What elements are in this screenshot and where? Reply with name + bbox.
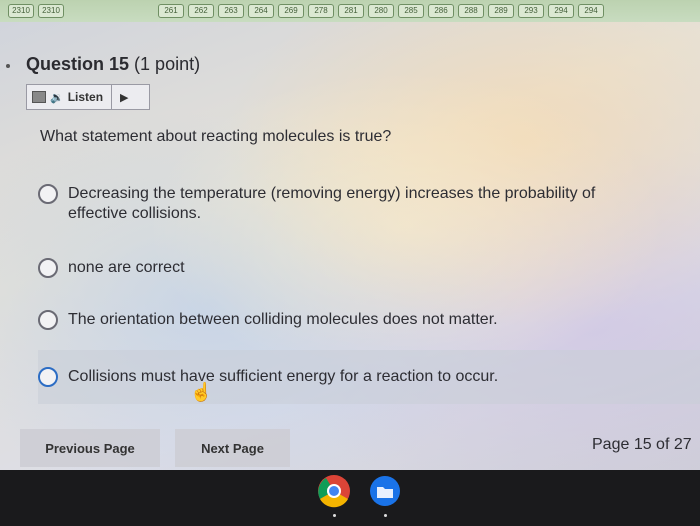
progress-page-6[interactable]: 264 <box>248 4 274 18</box>
files-active-indicator <box>384 514 387 517</box>
radio-button[interactable] <box>38 258 58 278</box>
next-page-button[interactable]: Next Page <box>175 429 290 467</box>
progress-page-16[interactable]: 294 <box>548 4 574 18</box>
progress-page-4[interactable]: 262 <box>188 4 214 18</box>
radio-button[interactable] <box>38 310 58 330</box>
question-text: What statement about reacting molecules … <box>40 128 392 145</box>
question-progress-strip: 2310 2310 261 262 263 264 269 278 281 28… <box>0 0 700 22</box>
progress-page-8[interactable]: 278 <box>308 4 334 18</box>
progress-page-14[interactable]: 289 <box>488 4 514 18</box>
listen-button[interactable]: Listen <box>68 90 103 104</box>
progress-page-13[interactable]: 288 <box>458 4 484 18</box>
answer-option-4[interactable]: Collisions must have sufficient energy f… <box>38 350 700 404</box>
answer-option-1[interactable]: Decreasing the temperature (removing ene… <box>38 184 700 224</box>
progress-page-5[interactable]: 263 <box>218 4 244 18</box>
progress-page-1[interactable]: 2310 <box>8 4 34 18</box>
chrome-icon[interactable] <box>317 474 351 508</box>
speaker-icon[interactable]: 🔉 <box>50 91 64 104</box>
listen-divider <box>111 85 113 109</box>
chrome-active-indicator <box>333 514 336 517</box>
listen-toolbar: 🔉 Listen ▶ <box>26 84 150 110</box>
question-points: (1 point) <box>134 54 201 74</box>
play-icon[interactable]: ▶ <box>120 91 128 104</box>
previous-page-button[interactable]: Previous Page <box>20 429 160 467</box>
progress-page-12[interactable]: 286 <box>428 4 454 18</box>
answer-label[interactable]: Decreasing the temperature (removing ene… <box>68 184 658 224</box>
answer-option-2[interactable]: none are correct <box>38 258 700 278</box>
taskbar <box>0 470 700 526</box>
menu-icon[interactable] <box>32 91 46 103</box>
progress-page-2[interactable]: 2310 <box>38 4 64 18</box>
question-title: Question 15 (1 point) <box>26 54 200 75</box>
answer-option-3[interactable]: The orientation between colliding molecu… <box>38 310 700 330</box>
radio-button[interactable] <box>38 184 58 204</box>
progress-page-7[interactable]: 269 <box>278 4 304 18</box>
files-icon[interactable] <box>369 475 401 507</box>
question-bullet <box>6 64 10 68</box>
question-number: Question 15 <box>26 54 130 74</box>
page-indicator: Page 15 of 27 <box>592 436 692 453</box>
hand-cursor-icon: ☝ <box>190 382 213 402</box>
progress-page-11[interactable]: 285 <box>398 4 424 18</box>
progress-page-10[interactable]: 280 <box>368 4 394 18</box>
progress-page-15[interactable]: 293 <box>518 4 544 18</box>
radio-button[interactable] <box>38 367 58 387</box>
answer-label[interactable]: The orientation between colliding molecu… <box>68 310 658 330</box>
progress-page-17[interactable]: 294 <box>578 4 604 18</box>
answer-label[interactable]: Collisions must have sufficient energy f… <box>68 367 658 387</box>
answer-label[interactable]: none are correct <box>68 258 658 278</box>
progress-page-3[interactable]: 261 <box>158 4 184 18</box>
progress-page-9[interactable]: 281 <box>338 4 364 18</box>
